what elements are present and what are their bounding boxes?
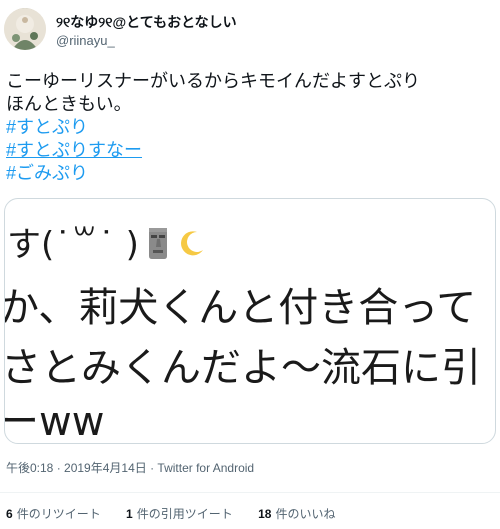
hashtag-link[interactable]: #ごみぷり bbox=[6, 162, 494, 185]
hashtag-link[interactable]: #すとぷり bbox=[6, 116, 494, 139]
author-handle[interactable]: @riinayu_ bbox=[56, 33, 115, 48]
tweet-stats: 6 件のリツイート 1 件の引用ツイート 18 件のいいね bbox=[6, 505, 357, 522]
media-text-line: さとみくんだよ～流石に引 bbox=[4, 345, 481, 391]
author-display-name[interactable]: ୨୧なゆ୨୧@とてもおとなしい bbox=[56, 12, 237, 32]
retweets-count: 6 bbox=[6, 507, 13, 521]
tweet-timestamp[interactable]: 午後0:18 · 2019年4月14日 · Twitter for Androi… bbox=[6, 459, 254, 476]
media-text-line: ーww bbox=[4, 399, 105, 444]
likes-label: 件のいいね bbox=[275, 507, 336, 521]
media-text: す(˙꒳˙ ) bbox=[7, 225, 139, 265]
media-text-line: す(˙꒳˙ ) bbox=[7, 217, 207, 266]
hashtag-link[interactable]: #すとぷりすなー bbox=[6, 139, 494, 162]
avatar[interactable] bbox=[4, 8, 46, 50]
retweets-label: 件のリツイート bbox=[16, 507, 101, 521]
moai-icon bbox=[145, 226, 171, 260]
likes-stat[interactable]: 18 件のいいね bbox=[258, 505, 335, 522]
tweet-text-line: こーゆーリスナーがいるからキモイんだよすとぷり bbox=[6, 71, 420, 91]
divider bbox=[0, 492, 500, 493]
quotes-stat[interactable]: 1 件の引用ツイート bbox=[126, 505, 233, 522]
quotes-count: 1 bbox=[126, 507, 133, 521]
tweet-text: こーゆーリスナーがいるからキモイんだよすとぷり ほんときもい。 #すとぷり #す… bbox=[6, 70, 494, 185]
retweets-stat[interactable]: 6 件のリツイート bbox=[6, 505, 101, 522]
tweet-media-image[interactable]: す(˙꒳˙ ) か、莉犬くんと付き合って さとみくんだよ～流石に引 ーww bbox=[4, 198, 496, 444]
crescent-moon-icon bbox=[177, 227, 207, 257]
likes-count: 18 bbox=[258, 507, 272, 521]
quotes-label: 件の引用ツイート bbox=[136, 507, 233, 521]
media-text-line: か、莉犬くんと付き合って bbox=[4, 285, 477, 331]
tweet-text-line: ほんときもい。 bbox=[6, 94, 132, 114]
